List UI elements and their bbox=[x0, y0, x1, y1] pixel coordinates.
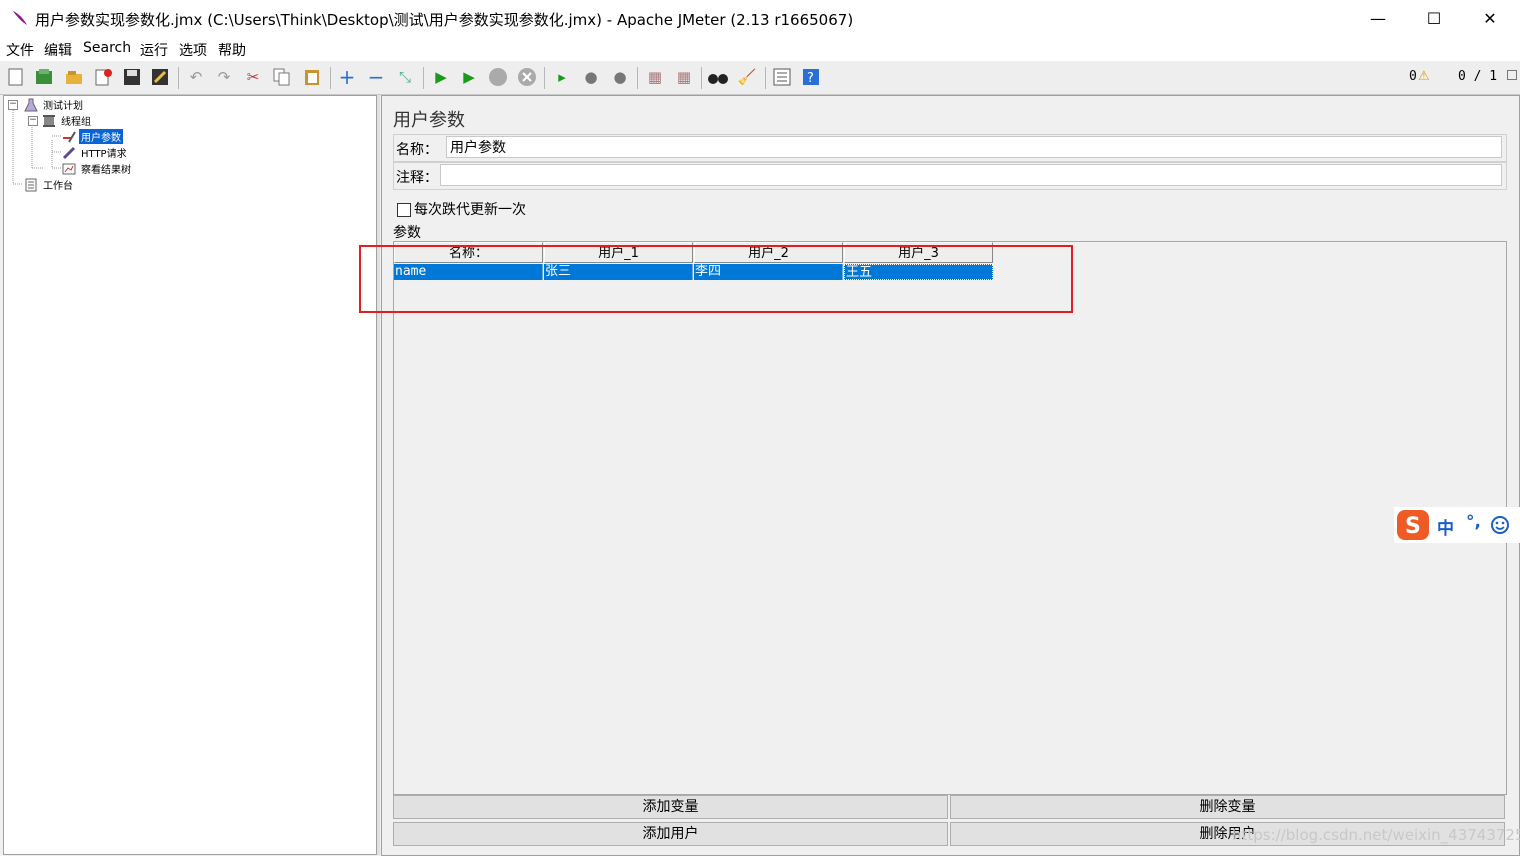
sampler-pipette-icon bbox=[62, 146, 76, 159]
panel-splitter[interactable] bbox=[377, 95, 380, 855]
toggle-icon[interactable]: ⤡ bbox=[395, 67, 415, 87]
add-user-button[interactable]: 添加用户 bbox=[393, 822, 948, 846]
function-helper-icon[interactable] bbox=[772, 67, 792, 87]
update-once-label: 每次跌代更新一次 bbox=[414, 202, 526, 218]
expand-icon[interactable]: + bbox=[337, 65, 357, 89]
emoji-icon[interactable] bbox=[1490, 515, 1510, 535]
ime-mode[interactable]: 中 bbox=[1437, 514, 1454, 539]
collapse-icon[interactable]: − bbox=[366, 65, 386, 89]
clear-all-icon[interactable]: ▦ bbox=[674, 67, 694, 87]
cut-icon[interactable]: ✂ bbox=[243, 67, 263, 87]
close-file-icon[interactable] bbox=[94, 67, 114, 87]
warning-icon[interactable]: ⚠ bbox=[1418, 69, 1430, 84]
paste-icon[interactable] bbox=[302, 67, 322, 87]
remote-stop-icon[interactable]: ● bbox=[581, 67, 601, 87]
save-as-icon[interactable] bbox=[150, 67, 170, 87]
save-icon[interactable] bbox=[122, 67, 142, 87]
test-plan-tree: − 测试计划 − 线程组 用户参数 HTTP请求 察看结果树 工作台 bbox=[3, 95, 377, 855]
update-once-checkbox[interactable] bbox=[397, 203, 411, 217]
menu-file[interactable]: 文件 bbox=[6, 40, 34, 60]
user-parameters-panel: 用户参数 名称： 用户参数 注释： 每次跌代更新一次 参数 名称： 用户_1 用… bbox=[381, 95, 1520, 856]
thread-counter: 0 / 1 bbox=[1458, 69, 1498, 84]
toolbar: ↶ ↷ ✂ + − ⤡ ▶ ▶ ▸ ● ● ▦ ▦ 🧹 ? 0 ⚠ 0 / 1 bbox=[0, 61, 1520, 95]
tree-node-workbench[interactable]: 工作台 bbox=[24, 177, 75, 192]
start-icon[interactable]: ▶ bbox=[431, 67, 451, 87]
panel-title: 用户参数 bbox=[393, 110, 465, 131]
spool-icon bbox=[43, 114, 55, 127]
warning-count: 0 bbox=[1409, 69, 1417, 84]
menu-run[interactable]: 运行 bbox=[140, 40, 168, 60]
help-icon[interactable]: ? bbox=[801, 67, 821, 87]
undo-icon[interactable]: ↶ bbox=[186, 67, 206, 87]
preprocessor-icon bbox=[63, 130, 76, 143]
collapse-plan-toggle[interactable]: − bbox=[8, 100, 18, 110]
delete-variable-button[interactable]: 删除变量 bbox=[950, 795, 1505, 819]
menu-edit[interactable]: 编辑 bbox=[44, 40, 72, 60]
watermark: https://blog.csdn.net/weixin_43743725 bbox=[1232, 826, 1520, 844]
highlight-annotation-box bbox=[359, 245, 1073, 313]
close-button[interactable]: ✕ bbox=[1462, 0, 1518, 37]
add-variable-button[interactable]: 添加变量 bbox=[393, 795, 948, 819]
open-icon[interactable] bbox=[64, 67, 84, 87]
flask-icon bbox=[24, 98, 38, 111]
templates-icon[interactable] bbox=[34, 67, 54, 87]
menu-bar: 文件 编辑 Search 运行 选项 帮助 bbox=[0, 37, 1520, 61]
menu-search[interactable]: Search bbox=[83, 40, 131, 56]
ime-punctuation[interactable]: °, bbox=[1466, 512, 1481, 532]
comment-input[interactable] bbox=[440, 164, 1502, 186]
listener-chart-icon bbox=[62, 163, 76, 174]
shutdown-icon[interactable] bbox=[517, 67, 537, 87]
stop-icon[interactable] bbox=[488, 67, 508, 87]
ime-toolbar: S 中 °, bbox=[1394, 507, 1520, 543]
window-title: 用户参数实现参数化.jmx (C:\Users\Think\Desktop\测试… bbox=[35, 11, 854, 29]
name-row: 名称： 用户参数 bbox=[393, 134, 1507, 162]
title-bar: 用户参数实现参数化.jmx (C:\Users\Think\Desktop\测试… bbox=[0, 0, 1520, 37]
copy-icon[interactable] bbox=[272, 67, 292, 87]
jmeter-feather-icon bbox=[13, 11, 27, 25]
tree-node-user-parameters[interactable]: 用户参数 bbox=[62, 129, 123, 144]
reset-search-icon[interactable]: 🧹 bbox=[737, 67, 757, 87]
svg-text:S: S bbox=[1405, 514, 1421, 539]
clear-icon[interactable]: ▦ bbox=[645, 67, 665, 87]
start-no-pause-icon[interactable]: ▶ bbox=[459, 67, 479, 87]
workbench-clipboard-icon bbox=[25, 178, 37, 191]
minimize-button[interactable]: — bbox=[1350, 0, 1406, 37]
tree-node-thread-group[interactable]: 线程组 bbox=[42, 113, 93, 128]
comment-row: 注释： bbox=[393, 162, 1507, 190]
tree-node-http-request[interactable]: HTTP请求 bbox=[62, 145, 129, 160]
collapse-thread-group-toggle[interactable]: − bbox=[28, 116, 38, 126]
redo-icon[interactable]: ↷ bbox=[214, 67, 234, 87]
tree-node-result-tree[interactable]: 察看结果树 bbox=[62, 161, 133, 176]
menu-help[interactable]: 帮助 bbox=[218, 40, 246, 60]
remote-start-icon[interactable]: ▸ bbox=[552, 67, 572, 87]
maximize-button[interactable]: ☐ bbox=[1406, 0, 1462, 37]
tree-node-test-plan[interactable]: 测试计划 bbox=[24, 97, 85, 112]
new-icon[interactable] bbox=[6, 67, 26, 87]
menu-options[interactable]: 选项 bbox=[179, 40, 207, 60]
svg-text:?: ? bbox=[807, 71, 814, 86]
comment-label: 注释： bbox=[396, 170, 438, 186]
name-label: 名称： bbox=[396, 142, 438, 158]
params-label: 参数 bbox=[393, 225, 421, 241]
status-square-icon bbox=[1507, 70, 1517, 80]
name-input[interactable]: 用户参数 bbox=[446, 136, 1502, 158]
parameters-table: 名称： 用户_1 用户_2 用户_3 name 张三 李四 王五 bbox=[393, 241, 1507, 795]
remote-shutdown-icon[interactable]: ● bbox=[610, 67, 630, 87]
search-binoculars-icon[interactable] bbox=[708, 67, 728, 87]
sogou-logo-icon[interactable]: S bbox=[1396, 509, 1430, 541]
